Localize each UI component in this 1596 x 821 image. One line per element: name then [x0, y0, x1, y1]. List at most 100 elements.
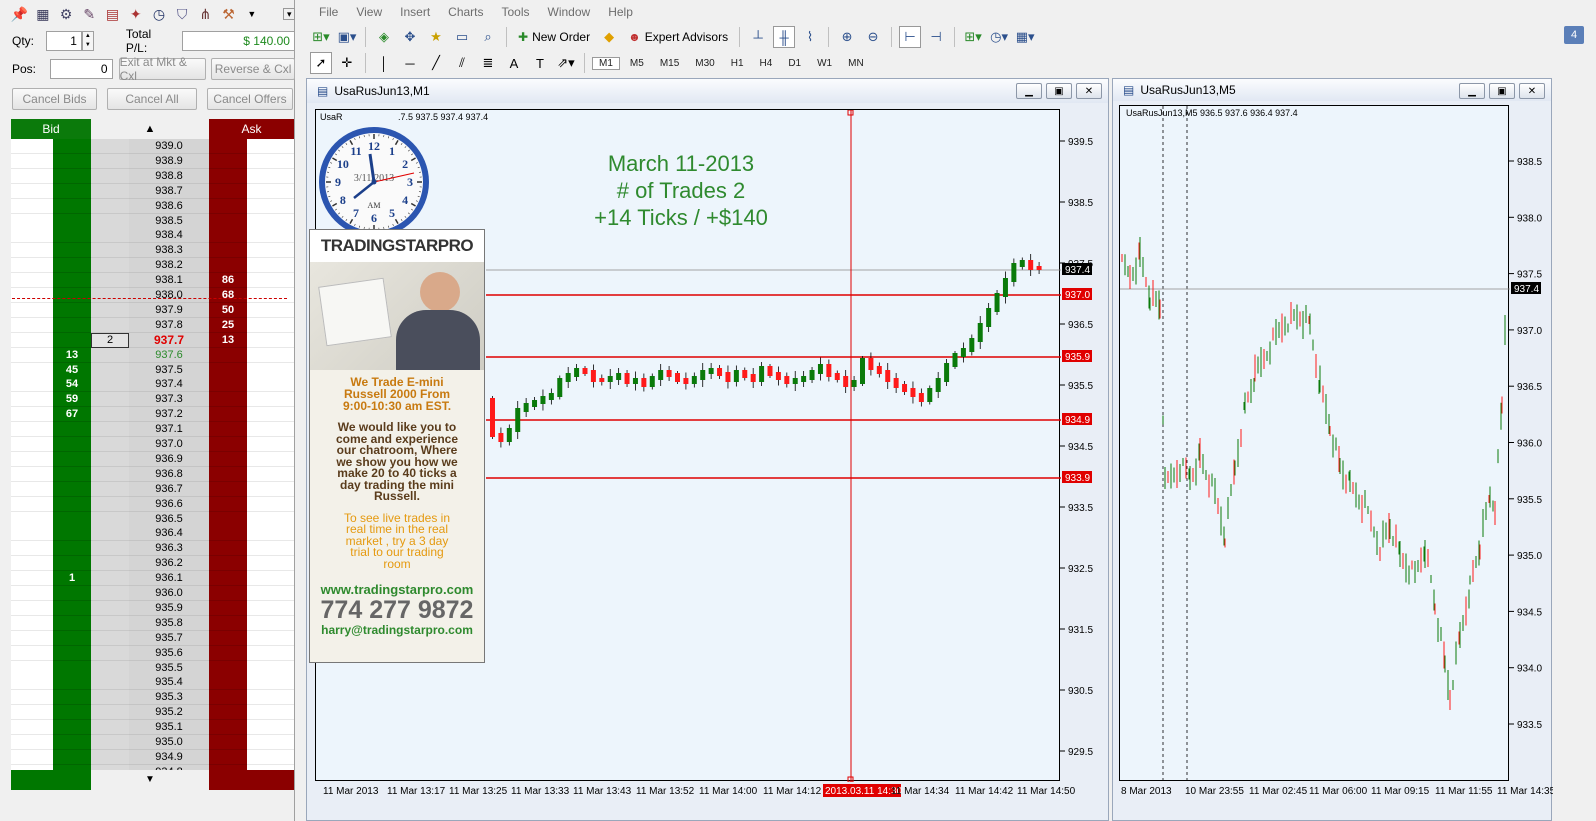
bid-order-cell[interactable]	[11, 392, 53, 408]
bid-order-cell[interactable]	[11, 571, 53, 587]
timeframe-d1[interactable]: D1	[782, 58, 807, 69]
cancel-bids-button[interactable]: Cancel Bids	[12, 88, 97, 110]
ask-order-cell[interactable]	[247, 302, 294, 318]
crosshair-nav-icon[interactable]: ✥	[399, 26, 421, 48]
ask-order-cell[interactable]	[247, 451, 294, 467]
ladder-row[interactable]: 938.7	[11, 183, 294, 199]
chart-window-m1[interactable]: ▤ UsaRusJun13,M1 ▁ ▣ ✕ UsaR .7.5 937.5 9…	[306, 78, 1109, 821]
menu-view[interactable]: View	[347, 5, 391, 19]
ask-size-cell[interactable]	[209, 347, 247, 363]
ladder-row[interactable]: 13 937.6	[11, 347, 294, 363]
maximize-icon[interactable]: ▣	[1489, 83, 1515, 99]
ask-order-cell[interactable]	[247, 422, 294, 438]
ask-order-cell[interactable]	[247, 437, 294, 452]
horizontal-line-icon[interactable]: ─	[399, 52, 421, 74]
ask-size-cell[interactable]	[209, 735, 247, 750]
bid-order-cell[interactable]	[11, 720, 53, 736]
ladder-row[interactable]: 935.5	[11, 660, 294, 676]
ask-order-cell[interactable]	[247, 526, 294, 542]
ask-order-cell[interactable]	[247, 332, 294, 348]
ask-order-cell[interactable]	[247, 273, 294, 289]
ladder-row[interactable]: 935.7	[11, 630, 294, 646]
ask-order-cell[interactable]	[247, 466, 294, 482]
menu-tools[interactable]: Tools	[493, 5, 539, 19]
ladder-row[interactable]: 936.4	[11, 526, 294, 542]
bid-order-cell[interactable]	[11, 496, 53, 512]
ask-size-cell[interactable]	[209, 481, 247, 497]
ask-size-cell[interactable]: 50	[209, 302, 247, 318]
bid-order-cell[interactable]	[11, 675, 53, 691]
new-order-button[interactable]: ✚ New Order	[514, 26, 594, 48]
bid-size-cell[interactable]: 1	[53, 571, 91, 587]
ask-order-cell[interactable]	[247, 228, 294, 244]
ladder-row[interactable]: 2 937.7 13	[11, 332, 294, 348]
ask-order-cell[interactable]	[247, 630, 294, 646]
ask-order-cell[interactable]	[247, 407, 294, 423]
ask-order-cell[interactable]	[247, 347, 294, 363]
bar-chart-icon[interactable]: ┴	[747, 26, 769, 48]
shield-icon[interactable]: ⛉	[173, 4, 192, 24]
menu-window[interactable]: Window	[539, 5, 600, 19]
ladder-row[interactable]: 936.0	[11, 586, 294, 601]
bid-order-cell[interactable]	[11, 511, 53, 527]
ask-size-cell[interactable]: 13	[209, 332, 247, 348]
bid-order-cell[interactable]	[11, 466, 53, 482]
bid-size-cell[interactable]	[53, 511, 91, 527]
exit-at-market-cancel-button[interactable]: Exit at Mkt & Cxl	[118, 55, 207, 83]
bid-size-cell[interactable]	[53, 213, 91, 229]
ladder-row[interactable]: 938.3	[11, 243, 294, 259]
ask-size-cell[interactable]	[209, 496, 247, 512]
ask-order-cell[interactable]	[247, 168, 294, 184]
bid-size-cell[interactable]: 54	[53, 377, 91, 393]
bid-order-cell[interactable]	[11, 213, 53, 229]
ladder-row[interactable]: 936.2	[11, 556, 294, 572]
bid-order-cell[interactable]	[11, 362, 53, 378]
text-icon[interactable]: A	[503, 52, 525, 74]
ladder-row[interactable]: 938.8	[11, 168, 294, 184]
qty-input[interactable]: 1	[46, 31, 82, 51]
ask-order-cell[interactable]	[247, 541, 294, 557]
bid-order-cell[interactable]	[11, 347, 53, 363]
alert-icon[interactable]: ✦	[126, 4, 145, 24]
ladder-row[interactable]: 936.9	[11, 451, 294, 467]
bid-size-cell[interactable]	[53, 660, 91, 676]
ask-order-cell[interactable]	[247, 153, 294, 169]
ladder-row[interactable]: 935.2	[11, 705, 294, 721]
bid-size-cell[interactable]	[53, 705, 91, 721]
ladder-row[interactable]: 939.0	[11, 139, 294, 154]
line-chart-icon[interactable]: ⌇	[799, 26, 821, 48]
bid-order-cell[interactable]	[11, 481, 53, 497]
timeframe-m1[interactable]: M1	[592, 56, 620, 70]
clipboard-icon[interactable]: ▤	[103, 4, 122, 24]
bid-order-cell[interactable]	[11, 183, 53, 199]
ask-size-cell[interactable]	[209, 526, 247, 542]
bid-order-cell[interactable]	[11, 690, 53, 706]
ask-order-cell[interactable]	[247, 496, 294, 512]
ask-size-cell[interactable]	[209, 690, 247, 706]
bid-order-cell[interactable]	[11, 317, 53, 333]
ladder-row[interactable]: 938.5	[11, 213, 294, 229]
bid-order-cell[interactable]	[11, 660, 53, 676]
metaeditor-icon[interactable]: ◆	[598, 26, 620, 48]
ask-size-cell[interactable]	[209, 213, 247, 229]
close-icon[interactable]: ✕	[1076, 83, 1102, 99]
scroll-up-arrow[interactable]: ▲	[91, 119, 209, 139]
ad-email[interactable]: harry@tradingstarpro.com	[310, 623, 484, 637]
ladder-row[interactable]: 936.3	[11, 541, 294, 557]
ask-size-cell[interactable]	[209, 422, 247, 438]
bid-size-cell[interactable]	[53, 153, 91, 169]
bid-size-cell[interactable]	[53, 332, 91, 348]
ask-size-cell[interactable]	[209, 720, 247, 736]
text-label-icon[interactable]: T	[529, 52, 551, 74]
bid-size-cell[interactable]	[53, 690, 91, 706]
menu-insert[interactable]: Insert	[391, 5, 439, 19]
ladder-row[interactable]: 935.3	[11, 690, 294, 706]
bid-order-cell[interactable]	[11, 168, 53, 184]
bid-size-cell[interactable]	[53, 749, 91, 765]
tester-icon[interactable]: ⌕	[477, 26, 499, 48]
ask-size-cell[interactable]	[209, 600, 247, 616]
ask-size-cell[interactable]	[209, 466, 247, 482]
equidistant-channel-icon[interactable]: ⫽	[451, 52, 473, 74]
auto-scroll-icon[interactable]: ⊢	[899, 26, 922, 48]
bid-size-cell[interactable]: 59	[53, 392, 91, 408]
